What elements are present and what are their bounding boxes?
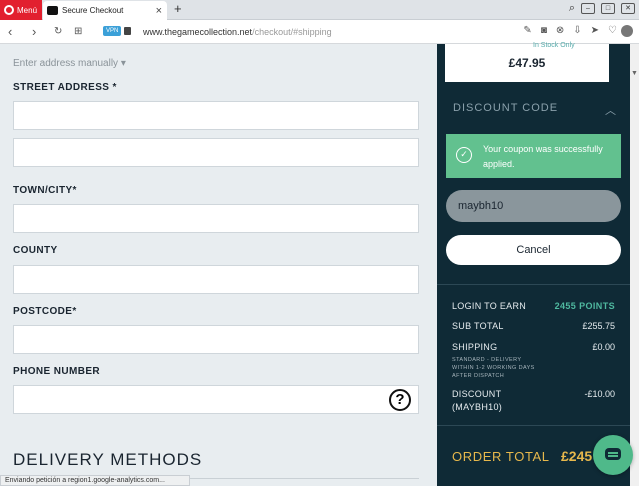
shipping-note-line: WITHIN 1-2 WORKING DAYS [452,365,535,371]
county-label: COUNTY [13,245,58,256]
tab-secure-checkout[interactable]: Secure Checkout × [43,1,167,20]
scroll-down-arrow-icon[interactable]: ▼ [631,70,638,77]
minimize-button[interactable]: – [581,3,595,14]
shipping-note: STANDARD - DELIVERY WITHIN 1-2 WORKING D… [452,356,535,380]
product-price: £47.95 [508,56,546,70]
opera-menu-button[interactable]: Menú [0,0,42,20]
close-window-button[interactable]: ✕ [621,3,635,14]
county-input[interactable] [13,265,419,294]
new-tab-button[interactable]: + [174,1,182,16]
forward-icon[interactable]: › [32,24,36,39]
discount-value: -£10.00 [584,389,615,399]
scrollbar[interactable]: ▼ [630,44,639,486]
help-icon[interactable]: ? [389,389,411,411]
camera-icon[interactable]: ◙ [541,25,547,36]
postcode-label: POSTCODE* [13,306,77,317]
street-address-line1-input[interactable] [13,101,419,130]
login-to-earn-link[interactable]: LOGIN TO EARN [452,301,526,311]
edit-icon[interactable]: ✎ [523,25,531,36]
shipping-note-line: STANDARD - DELIVERY [452,357,522,363]
cancel-coupon-button[interactable]: Cancel [446,235,621,265]
order-summary-sidebar: In Stock Only £47.95 DISCOUNT CODE ︿ ✓ Y… [437,42,630,486]
discount-code-heading[interactable]: DISCOUNT CODE [453,102,558,114]
discount-label: DISCOUNT [452,389,502,399]
shipping-label: SHIPPING [452,342,498,352]
phone-number-label: PHONE NUMBER [13,366,101,377]
delivery-methods-title: DELIVERY METHODS [13,450,203,469]
coupon-success-alert: ✓ Your coupon was successfully applied. [446,134,621,178]
subtotal-label: SUB TOTAL [452,321,504,331]
order-total-value: £245 [561,448,593,464]
postcode-input[interactable] [13,325,419,354]
stock-status: In Stock Only [533,42,575,49]
shipping-form: Enter address manually ▾ STREET ADDRESS … [0,44,437,486]
product-card: In Stock Only £47.95 [445,42,609,82]
toolbar-icons: ✎ ◙ ⊗ ⇩ ➤ ♡ [523,25,617,36]
menu-label: Menú [17,5,38,15]
coupon-success-text: Your coupon was successfully applied. [483,144,603,169]
check-circle-icon: ✓ [456,147,472,163]
reload-icon[interactable]: ↻ [54,26,62,37]
window-controls: ⌕ – □ ✕ [569,2,635,15]
url-path: /checkout/#shipping [252,27,332,37]
shipping-value: £0.00 [592,342,615,352]
town-city-input[interactable] [13,204,419,233]
heart-icon[interactable]: ♡ [608,25,617,36]
tab-title: Secure Checkout [62,6,124,15]
order-total-label: ORDER TOTAL [452,449,550,464]
address-bar: ‹ › ↻ ⊞ VPN www.thegamecollection.net/ch… [0,20,639,44]
subtotal-value: £255.75 [582,321,615,331]
status-tooltip: Enviando petición a region1.google-analy… [0,475,190,486]
chevron-up-icon[interactable]: ︿ [605,102,616,118]
shipping-note-line: AFTER DISPATCH [452,373,505,379]
chat-bubble-icon [605,448,621,460]
discount-code-label: (MAYBH10) [452,402,503,412]
profile-avatar-icon[interactable] [621,25,633,37]
opera-logo-icon [4,5,14,15]
phone-number-input[interactable]: ? [13,385,419,414]
search-tabs-icon[interactable]: ⌕ [569,2,575,15]
lock-icon[interactable] [124,27,131,35]
town-city-label: TOWN/CITY* [13,185,77,196]
back-icon[interactable]: ‹ [8,24,12,39]
enter-address-manually-link[interactable]: Enter address manually ▾ [13,58,126,69]
summary-divider [437,425,630,426]
send-icon[interactable]: ➤ [591,25,599,36]
tabs-grid-icon[interactable]: ⊞ [74,26,82,37]
summary-divider [437,284,630,285]
maximize-button[interactable]: □ [601,3,615,14]
url-field[interactable]: www.thegamecollection.net/checkout/#ship… [143,27,332,37]
street-address-line2-input[interactable] [13,138,419,167]
chat-button[interactable] [593,435,633,475]
browser-tab-bar: Menú Secure Checkout × + ⌕ – □ ✕ [0,0,639,20]
site-favicon-icon [47,6,58,15]
coupon-code-input[interactable]: maybh10 [446,190,621,222]
street-address-label: STREET ADDRESS * [13,82,117,93]
url-host: www.thegamecollection.net [143,27,253,37]
download-icon[interactable]: ⇩ [573,25,581,36]
vpn-badge[interactable]: VPN [103,26,122,36]
adblock-icon[interactable]: ⊗ [556,25,564,36]
tab-close-icon[interactable]: × [156,5,162,17]
loyalty-points: 2455 POINTS [554,301,615,311]
